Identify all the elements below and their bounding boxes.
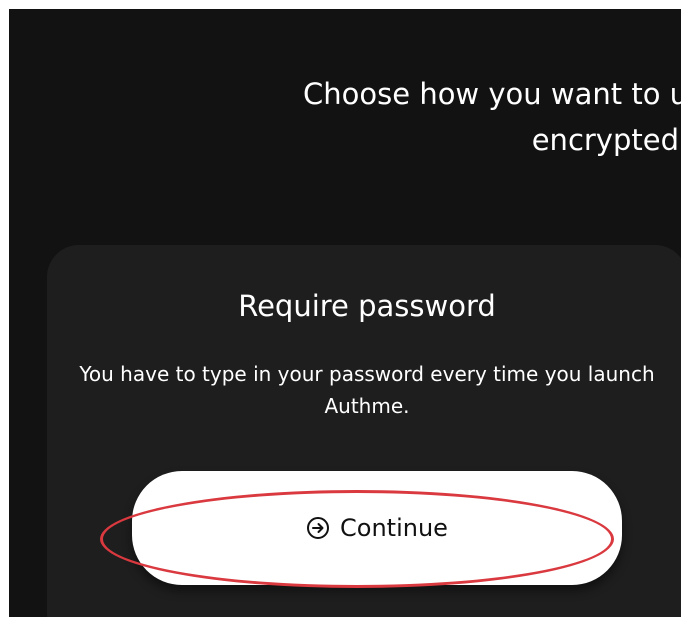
card-title: Require password (238, 289, 496, 323)
card-description: You have to type in your password every … (79, 362, 655, 418)
continue-button-label: Continue (340, 514, 448, 542)
screenshot-frame: Choose how you want to use encrypted Req… (0, 0, 681, 617)
continue-button[interactable]: Continue (132, 471, 622, 585)
require-password-card: Require password You have to type in you… (47, 245, 681, 617)
app-window: Choose how you want to use encrypted Req… (9, 9, 681, 617)
heading-line-2: encrypted (531, 123, 679, 157)
heading-line-1: Choose how you want to use (303, 77, 681, 111)
arrow-circle-right-icon (306, 516, 330, 540)
continue-button-content: Continue (132, 471, 622, 585)
page-heading: Choose how you want to use encrypted (9, 71, 681, 163)
